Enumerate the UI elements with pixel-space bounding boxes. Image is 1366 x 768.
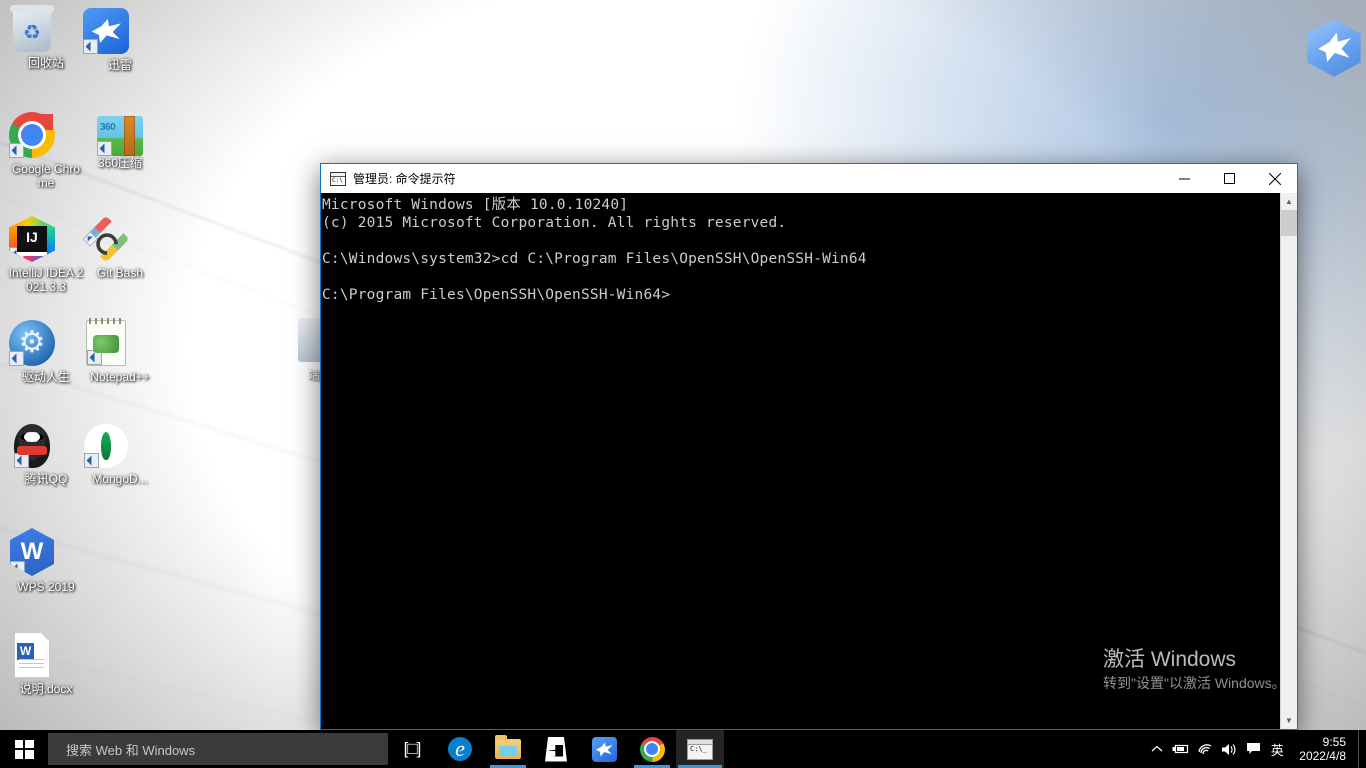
maximize-button[interactable] <box>1207 164 1252 193</box>
desktop-icon-thunder[interactable]: 迅雷 <box>82 8 158 72</box>
command-prompt-icon <box>687 739 713 760</box>
git-bash-icon <box>83 216 130 263</box>
minimize-button[interactable] <box>1162 164 1207 193</box>
desktop[interactable]: 回收站迅雷 Google Chrome360压缩 IntelliJ IDEA 202… <box>0 0 1366 768</box>
wps2019-icon <box>10 528 54 576</box>
desktop-icon-intellij[interactable]: IntelliJ IDEA 2021.3.3 <box>8 216 84 294</box>
volume-icon[interactable] <box>1217 730 1241 768</box>
thunder-icon <box>83 8 129 54</box>
shortcut-arrow-icon <box>9 143 24 158</box>
thunder-icon <box>592 737 617 762</box>
shortcut-arrow-icon <box>10 561 25 576</box>
shortcut-arrow-icon <box>84 453 99 468</box>
desktop-icon-label: Google Chrome <box>8 162 84 190</box>
clock-time: 9:55 <box>1299 735 1346 749</box>
desktop-icon-label: 腾讯QQ <box>8 472 84 486</box>
taskbar-item-thunder[interactable] <box>580 730 628 768</box>
store-icon <box>545 737 567 762</box>
edge-icon <box>448 737 472 761</box>
thunder-float-widget[interactable] <box>1305 18 1363 78</box>
desktop-icon-git-bash[interactable]: Git Bash <box>82 216 158 280</box>
desktop-icon-label: IntelliJ IDEA 2021.3.3 <box>8 266 84 294</box>
desktop-icon-label: WPS 2019 <box>8 580 84 594</box>
desktop-icon-label: MongoD... <box>82 472 158 486</box>
start-button[interactable] <box>0 730 48 768</box>
notification-icon[interactable] <box>1241 730 1265 768</box>
clock[interactable]: 9:55 2022/4/8 <box>1289 730 1358 768</box>
system-tray[interactable]: 英 9:55 2022/4/8 <box>1145 730 1366 768</box>
taskbar-app-buttons: [□] <box>388 730 724 768</box>
desktop-icon-recycle-bin[interactable]: 回收站 <box>8 8 84 70</box>
chrome-icon <box>640 737 665 762</box>
taskbar-item-file-explorer[interactable] <box>484 730 532 768</box>
windows-logo-icon <box>15 740 34 759</box>
clock-date: 2022/4/8 <box>1299 749 1346 763</box>
shortcut-arrow-icon <box>87 350 102 365</box>
desktop-icon-driver-genius[interactable]: 驱动人生 <box>8 320 84 384</box>
console-scrollbar[interactable]: ▲ ▼ <box>1280 193 1297 729</box>
window-titlebar[interactable]: 管理员: 命令提示符 <box>321 164 1297 193</box>
ime-indicator[interactable]: 英 <box>1265 730 1289 768</box>
shortcut-arrow-icon <box>83 39 98 54</box>
search-input[interactable]: 搜索 Web 和 Windows <box>48 733 388 765</box>
tencent-qq-icon <box>14 424 50 468</box>
scrollbar-track[interactable] <box>1281 210 1297 712</box>
cmd-console-icon <box>330 172 346 186</box>
desktop-icon-wps2019[interactable]: WPS 2019 <box>8 528 84 594</box>
intellij-icon <box>9 216 55 262</box>
shortcut-arrow-icon <box>9 351 24 366</box>
driver-genius-icon <box>9 320 55 366</box>
desktop-icon-mongodb[interactable]: MongoD... <box>82 424 158 486</box>
shortcut-arrow-icon <box>83 231 98 246</box>
desktop-icon-label: Git Bash <box>82 266 158 280</box>
desktop-icon-notepadpp[interactable]: Notepad++ <box>82 320 158 384</box>
battery-icon[interactable] <box>1169 730 1193 768</box>
desktop-icon-chrome[interactable]: Google Chrome <box>8 112 84 190</box>
console-output-text[interactable]: Microsoft Windows [版本 10.0.10240] (c) 20… <box>321 193 1280 729</box>
file-explorer-icon <box>495 739 521 759</box>
ime-label: 英 <box>1271 740 1284 759</box>
taskbar-item-task-view[interactable]: [□] <box>388 730 436 768</box>
desktop-icon-label: 迅雷 <box>82 58 158 72</box>
close-button[interactable] <box>1252 164 1297 193</box>
chrome-icon <box>9 112 55 158</box>
show-desktop-button[interactable] <box>1358 730 1366 768</box>
taskbar-item-edge[interactable] <box>436 730 484 768</box>
shortcut-arrow-icon <box>9 247 24 262</box>
desktop-icon-label: 驱动人生 <box>8 370 84 384</box>
command-prompt-window[interactable]: 管理员: 命令提示符 Microsoft Windows [版本 10.0.10… <box>320 163 1298 730</box>
shortcut-arrow-icon <box>97 141 112 156</box>
desktop-icon-label: 回收站 <box>8 56 84 70</box>
task-view-icon: [□] <box>404 739 421 759</box>
mongodb-icon <box>84 424 128 468</box>
window-title: 管理员: 命令提示符 <box>353 170 1162 187</box>
search-placeholder-text: 搜索 Web 和 Windows <box>66 740 195 759</box>
taskbar-item-command-prompt[interactable] <box>676 730 724 768</box>
zip360-icon <box>97 116 143 156</box>
taskbar-item-store[interactable] <box>532 730 580 768</box>
desktop-icon-tencent-qq[interactable]: 腾讯QQ <box>8 424 84 486</box>
recycle-bin-icon <box>13 8 51 52</box>
readme-docx-icon <box>14 632 50 678</box>
notepadpp-icon <box>86 320 126 366</box>
desktop-icon-label: 360压缩 <box>82 156 158 170</box>
taskbar[interactable]: 搜索 Web 和 Windows [□] <box>0 730 1366 768</box>
wifi-icon[interactable] <box>1193 730 1217 768</box>
desktop-icon-label: Notepad++ <box>82 370 158 384</box>
shortcut-arrow-icon <box>14 453 29 468</box>
desktop-icon-label: 说明.docx <box>8 682 84 696</box>
desktop-icon-readme-docx[interactable]: 说明.docx <box>8 632 84 696</box>
scroll-up-arrow[interactable]: ▲ <box>1281 193 1297 210</box>
chevron-up-icon[interactable] <box>1145 730 1169 768</box>
console-body[interactable]: Microsoft Windows [版本 10.0.10240] (c) 20… <box>321 193 1297 729</box>
scroll-down-arrow[interactable]: ▼ <box>1281 712 1297 729</box>
scrollbar-thumb[interactable] <box>1281 210 1297 236</box>
taskbar-item-chrome[interactable] <box>628 730 676 768</box>
desktop-icon-zip360[interactable]: 360压缩 <box>82 112 158 170</box>
